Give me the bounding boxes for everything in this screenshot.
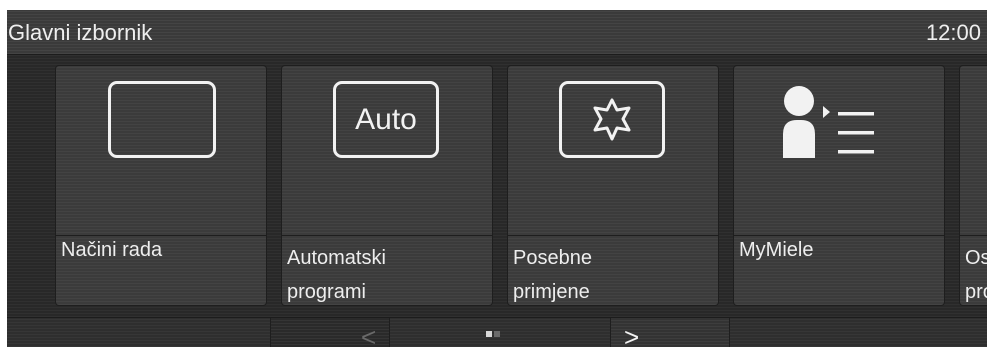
tile-label-line2: primjene [513, 281, 590, 303]
empty-frame-icon [108, 81, 216, 158]
tile-icon-area [56, 66, 266, 224]
clock-time: 12:00 [925, 20, 981, 45]
tile-icon-area [734, 66, 944, 224]
star-burst-frame [559, 81, 665, 158]
tile-label-line1: MyMiele [739, 239, 814, 261]
tile-automatic-programs[interactable]: Auto Automatski programi [282, 66, 492, 305]
main-menu-screen: Glavni izbornik 12:00 Načini rada Auto A… [7, 10, 987, 347]
next-page-button[interactable]: > [610, 318, 730, 347]
tile-icon-area [960, 66, 987, 224]
tile-label-line1: Posebne [513, 247, 592, 269]
header-bar: Glavni izbornik 12:00 [7, 10, 987, 55]
prev-page-button[interactable]: < [270, 318, 390, 347]
page-indicator-inactive [494, 331, 500, 337]
page-title: Glavni izbornik [8, 20, 153, 45]
tile-divider [734, 224, 944, 236]
user-list-icon [783, 86, 874, 158]
tile-icon-area [508, 66, 718, 224]
prev-arrow-icon: < [361, 322, 377, 347]
tile-label-line1: Os [965, 247, 987, 269]
tile-label-line2: programi [287, 281, 366, 303]
auto-icon-text: Auto [355, 103, 417, 136]
star-burst-icon [593, 98, 631, 141]
next-arrow-icon: > [624, 322, 640, 347]
tile-label: Os pro [965, 234, 987, 305]
tile-settings-partial[interactable]: Os pro [960, 66, 987, 305]
auto-icon: Auto [333, 81, 439, 158]
pager-bar: < > [7, 317, 987, 347]
tile-label-line1: Automatski [287, 247, 386, 269]
tile-mymiele[interactable]: MyMiele [734, 66, 944, 305]
tile-icon-area: Auto [282, 66, 492, 224]
tile-label: Načini rada [61, 236, 162, 264]
tile-operating-modes[interactable]: Načini rada [56, 66, 266, 305]
tile-label: Posebne primjene [513, 234, 592, 305]
tile-label: Automatski programi [287, 234, 386, 305]
page-indicator-active [486, 331, 492, 337]
tile-divider [56, 224, 266, 236]
tile-label-line1: Načini rada [61, 239, 163, 261]
tile-label: MyMiele [739, 236, 813, 264]
tile-label-line2: pro [965, 281, 987, 303]
tile-special-applications[interactable]: Posebne primjene [508, 66, 718, 305]
